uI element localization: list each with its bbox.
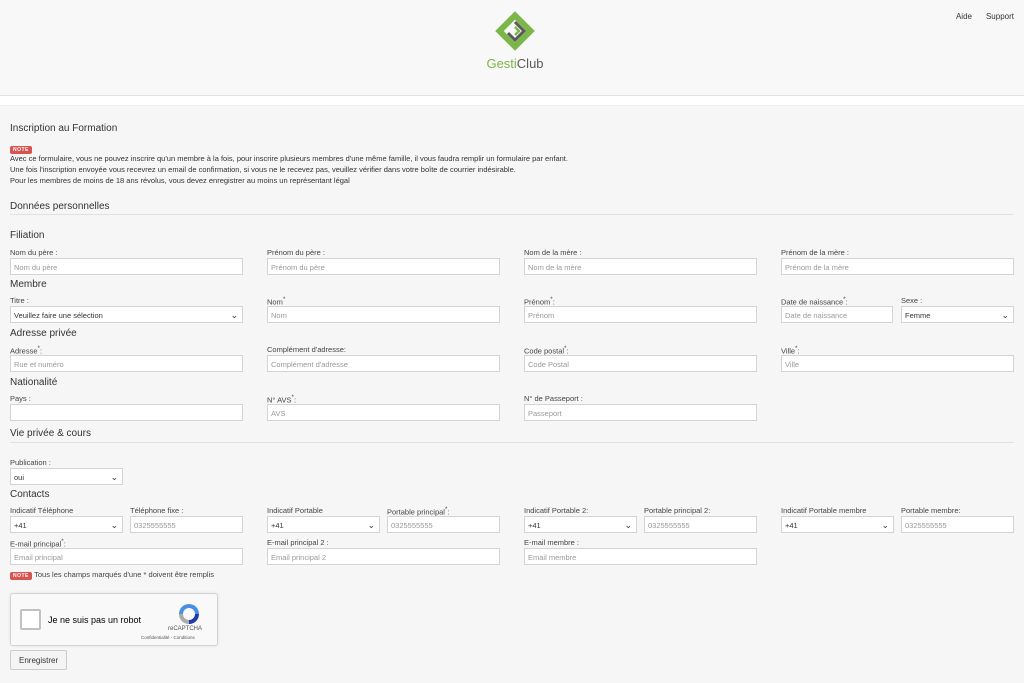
page-title: Inscription au Formation	[10, 123, 118, 134]
email2-input[interactable]: Email principal 2	[267, 548, 500, 565]
chevron-down-icon: ⌄	[110, 472, 118, 482]
passeport-label: N° de Passeport :	[524, 394, 583, 403]
note-badge: NOTE	[10, 572, 32, 580]
sexe-label: Sexe :	[901, 296, 923, 305]
dob-label: Date de naissance*:	[781, 296, 848, 307]
port2-input[interactable]: 0325555555	[644, 516, 757, 533]
logo-icon	[495, 11, 535, 51]
divider	[10, 442, 1014, 443]
mother-name-input[interactable]: Nom de la mère	[524, 258, 757, 275]
chevron-down-icon: ⌄	[367, 520, 375, 530]
adresse-label: Adresse*:	[10, 345, 43, 356]
email-label: E-mail principal*:	[10, 538, 66, 549]
port-principal-input[interactable]: 0325555555	[387, 516, 500, 533]
recaptcha-links[interactable]: Confidentialité - Conditions	[141, 635, 195, 640]
note-line: Pour les membres de moins de 18 ans révo…	[10, 176, 350, 185]
recaptcha-brand: reCAPTCHA	[168, 626, 203, 632]
ind-port2-select[interactable]: +41 ⌄	[524, 516, 637, 533]
complement-input[interactable]: Complément d'adresse	[267, 355, 500, 372]
filiation-title: Filiation	[10, 230, 45, 241]
titre-label: Titre :	[10, 296, 29, 305]
ind-tel-label: Indicatif Téléphone	[10, 506, 74, 515]
vie-privee-title: Vie privée & cours	[10, 428, 91, 439]
email-membre-label: E-mail membre :	[524, 538, 580, 547]
cp-label: Code postal*:	[524, 345, 569, 356]
chevron-down-icon: ⌄	[624, 520, 632, 530]
sexe-select[interactable]: Femme ⌄	[901, 306, 1014, 323]
ville-input[interactable]: Ville	[781, 355, 1014, 372]
port-membre-label: Portable membre:	[901, 506, 961, 515]
required-note-text: Tous les champs marqués d'une * doivent …	[34, 570, 214, 579]
pays-label: Pays :	[10, 394, 31, 403]
chevron-down-icon: ⌄	[1001, 310, 1009, 320]
father-name-label: Nom du père :	[10, 248, 58, 257]
dob-input[interactable]: Date de naissance	[781, 306, 893, 323]
top-links: Aide Support	[956, 12, 1014, 21]
ind-port-label: Indicatif Portable	[267, 506, 323, 515]
publication-select[interactable]: oui ⌄	[10, 468, 123, 485]
nom-label: Nom*	[267, 296, 286, 307]
note-line: Avec ce formulaire, vous ne pouvez inscr…	[10, 154, 568, 163]
port2-label: Portable principal 2:	[644, 506, 711, 515]
nationalite-title: Nationalité	[10, 377, 58, 388]
chevron-down-icon: ⌄	[230, 310, 238, 320]
top-header: Aide Support GestiClub	[0, 0, 1024, 96]
cp-input[interactable]: Code Postal	[524, 355, 757, 372]
recaptcha-widget: Je ne suis pas un robot reCAPTCHA Confid…	[10, 593, 218, 646]
mother-name-label: Nom de la mère :	[524, 248, 582, 257]
logo-text: GestiClub	[486, 56, 544, 71]
port-membre-input[interactable]: 0325555555	[901, 516, 1014, 533]
father-firstname-input[interactable]: Prénom du père	[267, 258, 500, 275]
mother-firstname-input[interactable]: Prénom de la mère	[781, 258, 1014, 275]
required-note: NOTE Tous les champs marqués d'une * doi…	[10, 570, 214, 580]
help-link[interactable]: Aide	[956, 12, 972, 21]
email-membre-input[interactable]: Email membre	[524, 548, 757, 565]
membre-title: Membre	[10, 279, 47, 290]
avs-label: N° AVS*:	[267, 394, 297, 405]
chevron-down-icon: ⌄	[110, 520, 118, 530]
avs-input[interactable]: AVS	[267, 404, 500, 421]
divider	[10, 214, 1014, 215]
adresse-title: Adresse privée	[10, 328, 77, 339]
email-input[interactable]: Email principal	[10, 548, 243, 565]
recaptcha-icon	[179, 604, 199, 624]
recaptcha-label: Je ne suis pas un robot	[48, 615, 142, 625]
submit-button[interactable]: Enregistrer	[10, 650, 68, 670]
publication-label: Publication :	[10, 458, 51, 467]
ind-tel-select[interactable]: +41 ⌄	[10, 516, 123, 533]
chevron-down-icon: ⌄	[881, 520, 889, 530]
titre-select[interactable]: Veuillez faire une sélection ⌄	[10, 306, 243, 323]
tel-fixe-label: Téléphone fixe :	[130, 506, 184, 515]
ind-port-membre-select[interactable]: +41 ⌄	[781, 516, 894, 533]
support-link[interactable]: Support	[986, 12, 1014, 21]
prenom-label: Prénom*:	[524, 296, 555, 307]
ind-port2-label: Indicatif Portable 2:	[524, 506, 589, 515]
ind-port-select[interactable]: +41 ⌄	[267, 516, 380, 533]
header-band	[0, 96, 1024, 106]
passeport-input[interactable]: Passeport	[524, 404, 757, 421]
adresse-input[interactable]: Rue et numéro	[10, 355, 243, 372]
tel-fixe-input[interactable]: 0325555555	[130, 516, 243, 533]
note-line: Une fois l'inscription envoyée vous rece…	[10, 165, 516, 174]
nom-input[interactable]: Nom	[267, 306, 500, 323]
port-principal-label: Portable principal*:	[387, 506, 450, 517]
father-firstname-label: Prénom du père :	[267, 248, 325, 257]
section-personal-data: Données personnelles	[10, 201, 110, 212]
email2-label: E-mail principal 2 :	[267, 538, 329, 547]
prenom-input[interactable]: Prénom	[524, 306, 757, 323]
pays-input[interactable]	[10, 404, 243, 421]
father-name-input[interactable]: Nom du père	[10, 258, 243, 275]
recaptcha-checkbox[interactable]	[20, 609, 41, 630]
ind-port-membre-label: Indicatif Portable membre	[781, 506, 867, 515]
contacts-title: Contacts	[10, 489, 50, 500]
complement-label: Complément d'adresse:	[267, 345, 346, 354]
ville-label: Ville*:	[781, 345, 800, 356]
gesticlub-logo[interactable]: GestiClub	[480, 10, 550, 80]
mother-firstname-label: Prénom de la mère :	[781, 248, 849, 257]
